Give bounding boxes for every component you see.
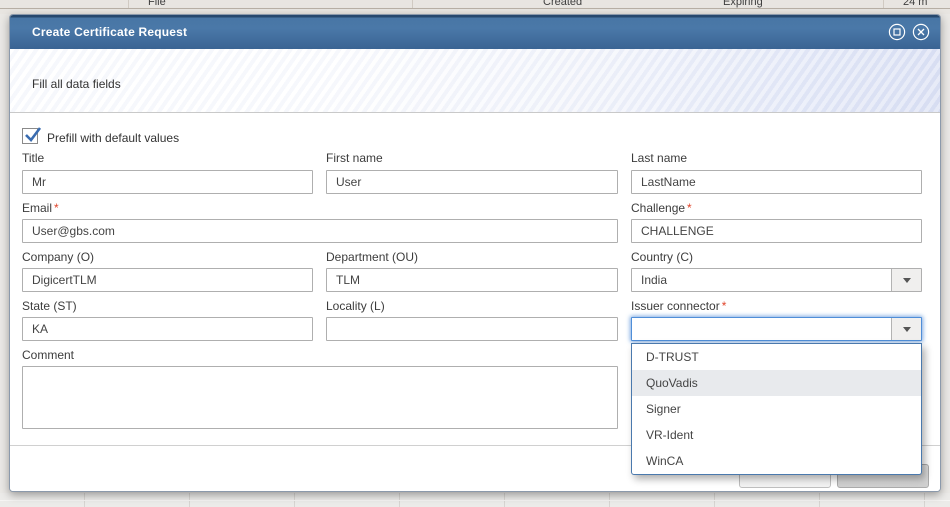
dialog-titlebar: Create Certificate Request — [10, 15, 940, 49]
comment-field[interactable] — [22, 366, 618, 429]
dropdown-option[interactable]: QuoVadis — [632, 370, 921, 396]
company-field[interactable] — [22, 268, 313, 292]
required-asterisk: * — [54, 201, 59, 215]
required-asterisk: * — [722, 299, 727, 313]
country-select-value: India — [641, 269, 667, 291]
prefill-checkbox-label: Prefill with default values — [47, 131, 179, 145]
email-field[interactable] — [22, 219, 618, 243]
state-field-label: State (ST) — [22, 299, 77, 313]
close-icon — [913, 24, 928, 39]
dialog-message-area: Fill all data fields — [10, 49, 940, 113]
chevron-down-icon — [903, 327, 911, 332]
dialog-title: Create Certificate Request — [10, 25, 187, 39]
first-name-field[interactable] — [326, 170, 618, 194]
issuer-connector-dropdown-button[interactable] — [891, 318, 921, 340]
background-table-header: File Created Expiring 24 m — [0, 0, 950, 14]
department-field[interactable] — [326, 268, 618, 292]
title-field[interactable] — [22, 170, 313, 194]
dropdown-option[interactable]: VR-Ident — [632, 422, 921, 448]
locality-field-label: Locality (L) — [326, 299, 385, 313]
dropdown-option[interactable]: D-TRUST — [632, 344, 921, 370]
create-certificate-request-dialog: Create Certificate Request Fill all data… — [9, 14, 941, 492]
country-field-label: Country (C) — [631, 250, 693, 264]
close-button[interactable] — [912, 23, 930, 41]
first-name-field-label: First name — [326, 151, 383, 165]
prefill-checkbox[interactable] — [22, 128, 38, 144]
dialog-message: Fill all data fields — [32, 77, 121, 91]
issuer-connector-select[interactable] — [631, 317, 922, 341]
title-field-label: Title — [22, 151, 44, 165]
required-asterisk: * — [687, 201, 692, 215]
email-field-label: Email* — [22, 201, 59, 215]
company-field-label: Company (O) — [22, 250, 94, 264]
bg-column-header: 24 m — [903, 0, 927, 8]
country-select[interactable]: India — [631, 268, 922, 292]
bg-column-header: Created — [543, 0, 582, 8]
comment-field-label: Comment — [22, 348, 74, 362]
bg-column-header: File — [148, 0, 166, 8]
check-icon — [24, 125, 44, 145]
department-field-label: Department (OU) — [326, 250, 418, 264]
last-name-field[interactable] — [631, 170, 922, 194]
maximize-icon — [889, 24, 904, 39]
last-name-field-label: Last name — [631, 151, 687, 165]
maximize-button[interactable] — [888, 23, 906, 41]
issuer-connector-field-label: Issuer connector* — [631, 299, 726, 313]
issuer-dropdown-list: D-TRUST QuoVadis Signer VR-Ident WinCA — [631, 343, 922, 475]
locality-field[interactable] — [326, 317, 618, 341]
dropdown-option[interactable]: Signer — [632, 396, 921, 422]
state-field[interactable] — [22, 317, 313, 341]
challenge-field-label: Challenge* — [631, 201, 692, 215]
challenge-field[interactable] — [631, 219, 922, 243]
background-table-rows — [0, 493, 950, 507]
chevron-down-icon — [903, 278, 911, 283]
bg-column-header: Expiring — [723, 0, 763, 8]
dropdown-option[interactable]: WinCA — [632, 448, 921, 474]
country-select-dropdown-button[interactable] — [891, 269, 921, 291]
